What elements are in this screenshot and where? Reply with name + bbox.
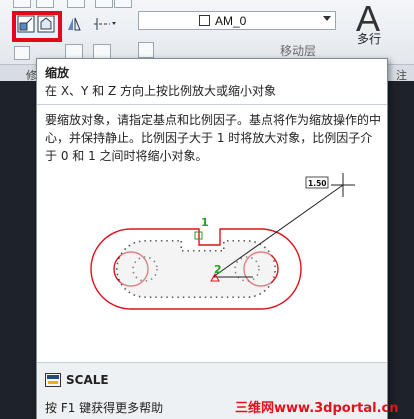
ribbon-button-top-5[interactable] bbox=[114, 0, 132, 8]
marker-1-label: 1 bbox=[201, 216, 209, 229]
ribbon-button-top-3[interactable] bbox=[67, 0, 85, 8]
tooltip-help-hint: 按 F1 键获得更多帮助 bbox=[45, 401, 164, 415]
illustration-scale-line bbox=[212, 184, 344, 278]
marker-2-label: 2 bbox=[214, 263, 222, 276]
tooltip-long-description: 要缩放对象，请指定基点和比例因子。基点将作为缩放操作的中心，并保持静止。比例因子… bbox=[45, 113, 382, 163]
ribbon-button-layer-1[interactable] bbox=[138, 42, 154, 58]
mirror-icon[interactable] bbox=[65, 15, 83, 33]
layer-dropdown-value: AM_0 bbox=[215, 14, 247, 28]
chevron-down-icon bbox=[323, 16, 331, 21]
command-scale-icon bbox=[45, 373, 61, 387]
watermark: 三维网www.3dportal.cn bbox=[235, 401, 399, 416]
scale-icon[interactable] bbox=[17, 15, 35, 33]
illustration-scale-label: 1.50 bbox=[308, 179, 327, 188]
layer-color-swatch bbox=[199, 15, 210, 26]
ribbon-button-top-2[interactable] bbox=[36, 0, 54, 8]
ribbon-button-row2-1[interactable] bbox=[14, 46, 30, 60]
tooltip-short-description: 在 X、Y 和 Z 方向上按比例放大或缩小对象 bbox=[45, 84, 277, 98]
ribbon-item-label: 移动层 bbox=[280, 44, 317, 58]
panel-title-annotation[interactable]: 注 bbox=[396, 67, 407, 83]
tooltip-divider bbox=[37, 104, 387, 105]
multiline-text-label[interactable]: 多行 bbox=[357, 30, 381, 47]
tooltip-command-name: SCALE bbox=[66, 373, 109, 387]
stretch-icon[interactable] bbox=[37, 15, 55, 33]
scale-tooltip: 缩放 在 X、Y 和 Z 方向上按比例放大或缩小对象 要缩放对象，请指定基点和比… bbox=[36, 58, 388, 419]
array-icon[interactable] bbox=[92, 15, 118, 33]
scale-illustration: 1.50 1 2 bbox=[90, 173, 355, 310]
tooltip-title: 缩放 bbox=[45, 66, 70, 80]
ribbon-button-top-1[interactable] bbox=[13, 0, 31, 8]
ribbon-button-top-4[interactable] bbox=[95, 0, 113, 8]
layer-dropdown[interactable]: AM_0 bbox=[138, 11, 336, 30]
